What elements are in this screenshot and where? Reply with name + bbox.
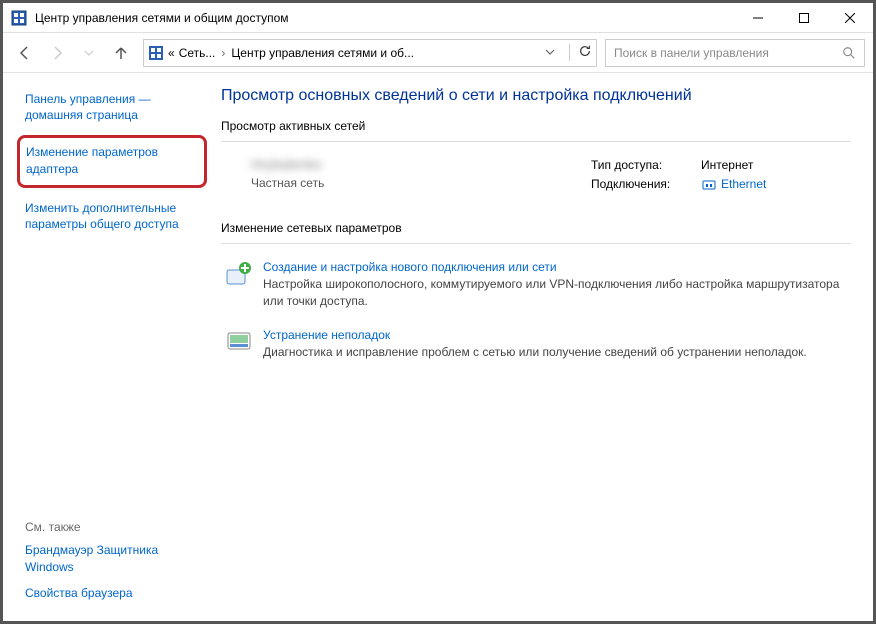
- connection-link[interactable]: Ethernet: [701, 175, 766, 194]
- app-icon: [11, 10, 27, 26]
- address-bar[interactable]: « Сеть... › Центр управления сетями и об…: [143, 39, 597, 67]
- sidebar-link-browser-properties[interactable]: Свойства браузера: [25, 583, 205, 603]
- task-troubleshoot: Устранение неполадок Диагностика и испра…: [221, 322, 851, 373]
- minimize-button[interactable]: [735, 3, 781, 33]
- breadcrumb-root[interactable]: Сеть...: [179, 46, 216, 60]
- main-panel: Просмотр основных сведений о сети и наст…: [213, 73, 873, 621]
- page-title: Просмотр основных сведений о сети и наст…: [221, 87, 851, 105]
- breadcrumb-current[interactable]: Центр управления сетями и об...: [231, 46, 414, 60]
- highlight-annotation: Изменение параметров адаптера: [17, 135, 207, 187]
- recent-dropdown[interactable]: [75, 39, 103, 67]
- task-new-connection-desc: Настройка широкополосного, коммутируемог…: [263, 276, 851, 310]
- window-frame: Центр управления сетями и общим доступом: [0, 0, 876, 624]
- access-type-label: Тип доступа:: [591, 156, 701, 175]
- search-placeholder: Поиск в панели управления: [614, 46, 842, 60]
- window-title: Центр управления сетями и общим доступом: [35, 11, 735, 25]
- sidebar-link-adapter-settings[interactable]: Изменение параметров адаптера: [26, 142, 198, 178]
- ethernet-icon: [701, 177, 717, 193]
- sidebar-link-home[interactable]: Панель управления — домашняя страница: [25, 89, 203, 125]
- change-settings-legend: Изменение сетевых параметров: [221, 221, 851, 239]
- connections-label: Подключения:: [591, 175, 701, 199]
- new-connection-icon: [225, 260, 253, 288]
- forward-button[interactable]: [43, 39, 71, 67]
- connection-name: Ethernet: [721, 175, 766, 194]
- close-button[interactable]: [827, 3, 873, 33]
- task-troubleshoot-link[interactable]: Устранение неполадок: [263, 328, 390, 342]
- search-icon: [842, 46, 856, 60]
- address-dropdown[interactable]: [541, 46, 559, 60]
- troubleshoot-icon: [225, 328, 253, 356]
- sidebar: Панель управления — домашняя страница Из…: [3, 73, 213, 621]
- active-networks-section: Просмотр активных сетей Hrybalenko Частн…: [221, 119, 851, 203]
- search-input[interactable]: Поиск в панели управления: [605, 39, 865, 67]
- network-name: Hrybalenko: [251, 156, 591, 172]
- back-button[interactable]: [11, 39, 39, 67]
- sidebar-link-firewall[interactable]: Брандмауэр Защитника Windows: [25, 540, 205, 576]
- network-type: Частная сеть: [251, 176, 591, 190]
- location-icon: [148, 45, 164, 61]
- titlebar: Центр управления сетями и общим доступом: [3, 3, 873, 33]
- sidebar-link-sharing-settings[interactable]: Изменить дополнительные параметры общего…: [25, 198, 203, 234]
- toolbar: « Сеть... › Центр управления сетями и об…: [3, 33, 873, 73]
- breadcrumb-prefix: «: [168, 46, 175, 60]
- task-new-connection: Создание и настройка нового подключения …: [221, 254, 851, 322]
- active-networks-legend: Просмотр активных сетей: [221, 119, 851, 137]
- change-settings-section: Изменение сетевых параметров Создание и …: [221, 221, 851, 372]
- see-also-section: См. также Брандмауэр Защитника Windows С…: [25, 520, 205, 603]
- up-button[interactable]: [107, 39, 135, 67]
- task-troubleshoot-desc: Диагностика и исправление проблем с сеть…: [263, 344, 807, 361]
- access-type-value: Интернет: [701, 156, 753, 175]
- chevron-right-icon[interactable]: ›: [219, 46, 227, 60]
- task-new-connection-link[interactable]: Создание и настройка нового подключения …: [263, 260, 557, 274]
- refresh-button[interactable]: [569, 44, 592, 61]
- content-area: Панель управления — домашняя страница Из…: [3, 73, 873, 621]
- maximize-button[interactable]: [781, 3, 827, 33]
- see-also-label: См. также: [25, 520, 205, 534]
